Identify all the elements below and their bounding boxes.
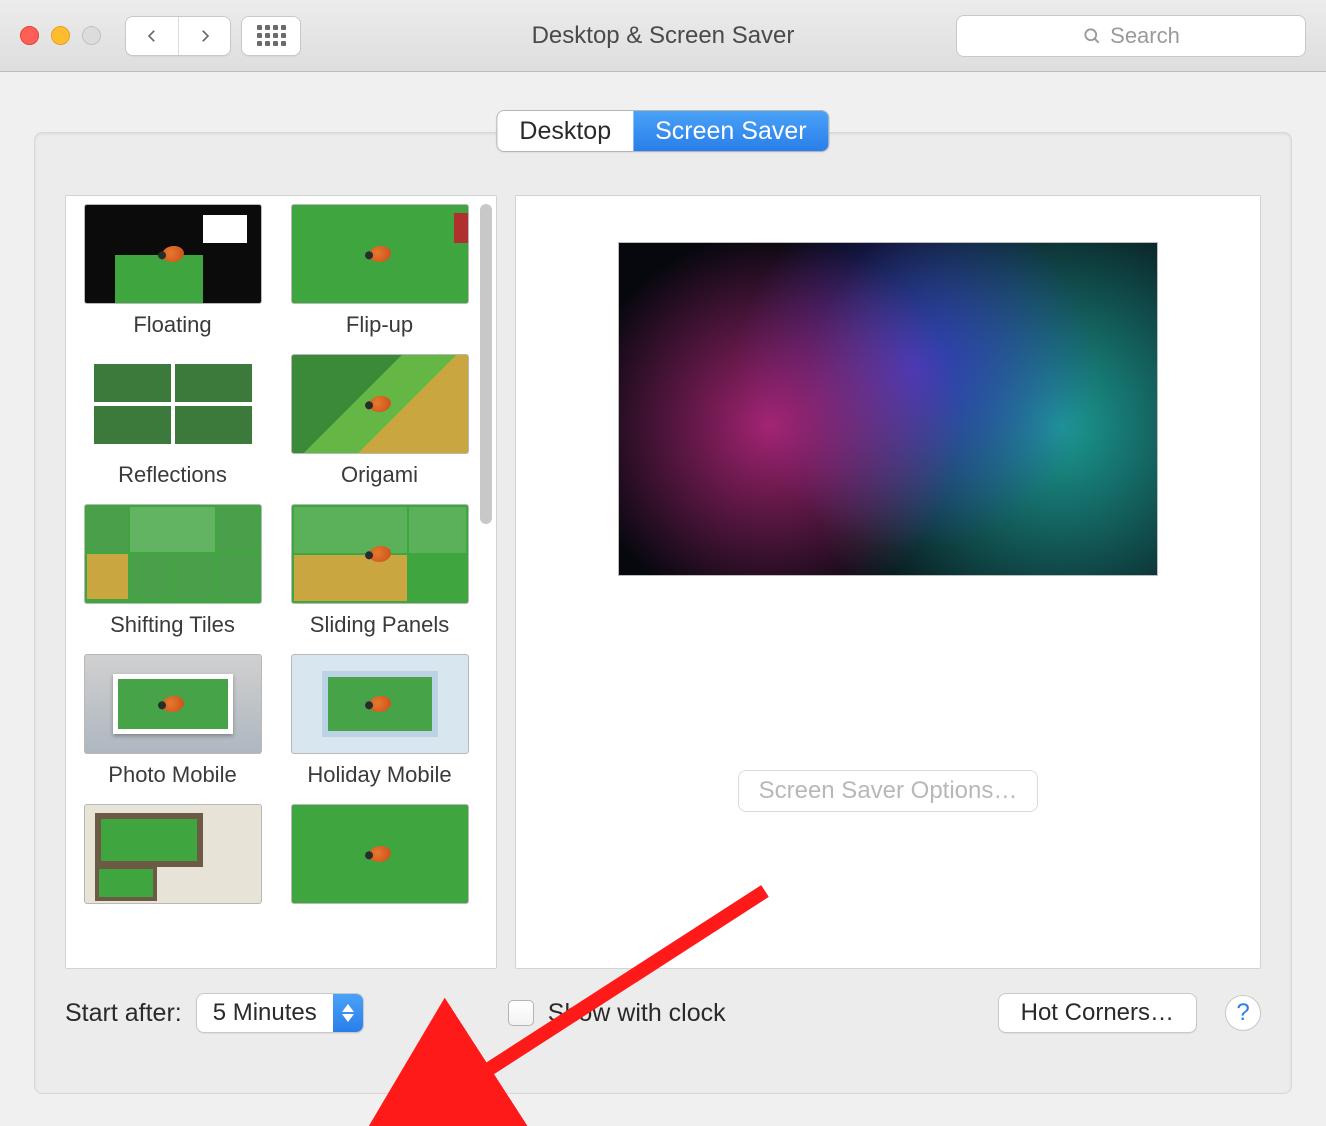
screensaver-item-label: Sliding Panels (285, 612, 474, 638)
search-icon (1082, 26, 1102, 46)
screensaver-item-label: Floating (78, 312, 267, 338)
start-after-value: 5 Minutes (197, 999, 333, 1027)
grid-icon (257, 25, 286, 46)
screensaver-item[interactable] (285, 804, 474, 912)
stepper-icon (333, 994, 363, 1032)
tab-bar: Desktop Screen Saver (496, 110, 829, 152)
screensaver-thumbnail (291, 804, 469, 904)
hot-corners-button[interactable]: Hot Corners… (998, 993, 1197, 1033)
screensaver-item-label: Origami (285, 462, 474, 488)
screensaver-thumbnail (84, 654, 262, 754)
screensaver-thumbnail (291, 354, 469, 454)
screensaver-thumbnail (84, 504, 262, 604)
search-placeholder: Search (1110, 23, 1180, 49)
chevron-left-icon (143, 27, 161, 45)
show-all-button[interactable] (241, 16, 301, 56)
bottom-controls: Start after: 5 Minutes Show with clock H… (65, 993, 1261, 1033)
screensaver-item-label: Shifting Tiles (78, 612, 267, 638)
screensaver-item-label: Reflections (78, 462, 267, 488)
show-with-clock-label: Show with clock (548, 999, 726, 1028)
content-row: Floating Flip-up Reflections Origami Shiftin… (65, 195, 1261, 969)
screensaver-thumbnail (291, 204, 469, 304)
screensaver-item[interactable]: Origami (285, 354, 474, 488)
screensaver-item[interactable]: Sliding Panels (285, 504, 474, 638)
screensaver-item-label: Holiday Mobile (285, 762, 474, 788)
search-field[interactable]: Search (956, 15, 1306, 57)
tab-screen-saver[interactable]: Screen Saver (633, 111, 828, 151)
zoom-window-button[interactable] (82, 26, 101, 45)
scrollbar-thumb[interactable] (480, 204, 492, 524)
screensaver-thumbnail (84, 354, 262, 454)
preferences-pane: Desktop Screen Saver Floating Flip-up Refl… (0, 72, 1326, 1118)
panel: Floating Flip-up Reflections Origami Shiftin… (34, 132, 1292, 1094)
screensaver-thumbnail (291, 504, 469, 604)
screensaver-item[interactable]: Flip-up (285, 204, 474, 338)
screensaver-item-label: Photo Mobile (78, 762, 267, 788)
screensaver-item[interactable] (78, 804, 267, 912)
screensaver-preview[interactable] (618, 242, 1158, 576)
preview-pane: Screen Saver Options… (515, 195, 1261, 969)
screensaver-item[interactable]: Floating (78, 204, 267, 338)
screensaver-item-label: Flip-up (285, 312, 474, 338)
screensaver-item[interactable]: Reflections (78, 354, 267, 488)
chevron-right-icon (196, 27, 214, 45)
screensaver-thumbnail (84, 804, 262, 904)
start-after-popup[interactable]: 5 Minutes (196, 993, 364, 1033)
forward-button[interactable] (178, 17, 230, 55)
help-button[interactable]: ? (1225, 995, 1261, 1031)
screensaver-item[interactable]: Shifting Tiles (78, 504, 267, 638)
screensaver-list[interactable]: Floating Flip-up Reflections Origami Shiftin… (65, 195, 497, 969)
show-with-clock-checkbox[interactable] (508, 1000, 534, 1026)
window-titlebar: Desktop & Screen Saver Search (0, 0, 1326, 72)
minimize-window-button[interactable] (51, 26, 70, 45)
screensaver-item[interactable]: Holiday Mobile (285, 654, 474, 788)
start-after-label: Start after: (65, 999, 182, 1028)
back-button[interactable] (126, 17, 178, 55)
close-window-button[interactable] (20, 26, 39, 45)
tab-desktop[interactable]: Desktop (497, 111, 633, 151)
traffic-lights (20, 26, 101, 45)
screensaver-item[interactable]: Photo Mobile (78, 654, 267, 788)
screensaver-thumbnail (291, 654, 469, 754)
nav-back-forward (125, 16, 231, 56)
screensaver-thumbnail (84, 204, 262, 304)
screen-saver-options-button[interactable]: Screen Saver Options… (738, 770, 1039, 812)
